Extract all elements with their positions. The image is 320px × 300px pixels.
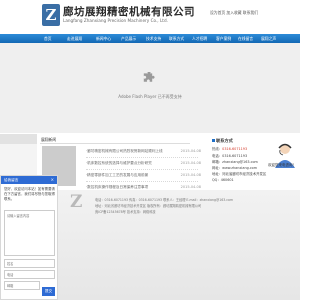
message-panel-header: 给我留言 ×	[1, 176, 57, 184]
nav-message[interactable]: 在线留言	[238, 34, 253, 43]
header-quick-links[interactable]: 设为首页 加入收藏 联系我们	[210, 10, 258, 16]
footer-logo: Z	[70, 192, 83, 212]
hotline-label: 热线：	[212, 147, 223, 151]
nav-contact[interactable]: 联系方式	[169, 34, 184, 43]
email-field[interactable]	[4, 281, 40, 290]
news-date: 2015-04-08	[180, 149, 201, 153]
submit-button[interactable]: 提交	[42, 287, 55, 296]
hotline-number: 0316-6071193	[222, 147, 248, 151]
nav-products[interactable]: 产品展示	[121, 34, 136, 43]
phone-field[interactable]	[4, 270, 55, 279]
puzzle-plugin-icon	[143, 72, 155, 82]
news-date: 2015-04-08	[180, 173, 201, 177]
flash-banner	[0, 43, 300, 133]
message-panel-title: 给我留言	[4, 178, 19, 182]
news-section-divider	[40, 143, 190, 144]
nav-support[interactable]: 技术支持	[146, 34, 161, 43]
message-panel: 给我留言 × 您好，欢迎访问本站！如有需要请在下方留言，我们将尽快与您取得联系。…	[0, 175, 58, 300]
logo-letter: Z	[45, 6, 57, 24]
news-date: 2015-04-08	[180, 161, 201, 165]
footer-line: 冀ICP备12345678号 技术支持：网络科技	[95, 210, 156, 214]
name-field[interactable]	[4, 259, 55, 268]
company-name: 廊坊展翔精密机械有限公司	[63, 6, 195, 18]
company-logo[interactable]: Z	[42, 4, 60, 26]
contact-row: 网址：www.zhanxiang.com	[212, 166, 258, 170]
site-header: Z 廊坊展翔精密机械有限公司 Langfang Zhanxiang Precis…	[0, 0, 300, 34]
nav-voice[interactable]: 展翔之声	[261, 34, 276, 43]
main-nav: 首页 走进展翔 新闻中心 产品展示 技术支持 联系方式 人才招聘 客户案例 在线…	[0, 34, 300, 43]
footer-line: 电话：0316-6071193 传真：0316-6071193 联系人：王经理 …	[95, 198, 234, 202]
left-sidebar-header	[0, 134, 37, 144]
contact-row: QQ：460601	[212, 178, 234, 182]
contact-row: 邮箱：zhanxiang@163.com	[212, 160, 258, 164]
footer-line: 地址：河北省廊坊市经济技术开发区 版权所有：廊坊展翔精密机械有限公司	[95, 204, 202, 208]
contact-title: 联系方式	[216, 138, 233, 143]
customer-service-caption: 欢迎您来电咨询！	[268, 163, 296, 167]
plugin-message: Adobe Flash Player 已不再受支持	[118, 94, 182, 99]
nav-about[interactable]: 走进展翔	[67, 34, 82, 43]
company-name-en: Langfang Zhanxiang Precision Machinery C…	[63, 18, 168, 23]
close-icon[interactable]: ×	[51, 176, 54, 184]
nav-cases[interactable]: 客户案例	[216, 34, 231, 43]
contact-hotline: 热线：0316-6071193	[212, 146, 247, 151]
nav-news[interactable]: 新闻中心	[96, 34, 111, 43]
nav-jobs[interactable]: 人才招聘	[192, 34, 207, 43]
message-intro: 您好，欢迎访问本站！如有需要请在下方留言，我们将尽快与您取得联系。	[4, 187, 55, 201]
contact-row: 地址：河北省廊坊市经济技术开发区	[212, 172, 267, 176]
contact-square-icon	[212, 139, 215, 142]
nav-home[interactable]: 首页	[44, 34, 52, 43]
contact-row: 电话：0316-6071193	[212, 154, 248, 158]
message-content-input[interactable]	[4, 210, 55, 256]
